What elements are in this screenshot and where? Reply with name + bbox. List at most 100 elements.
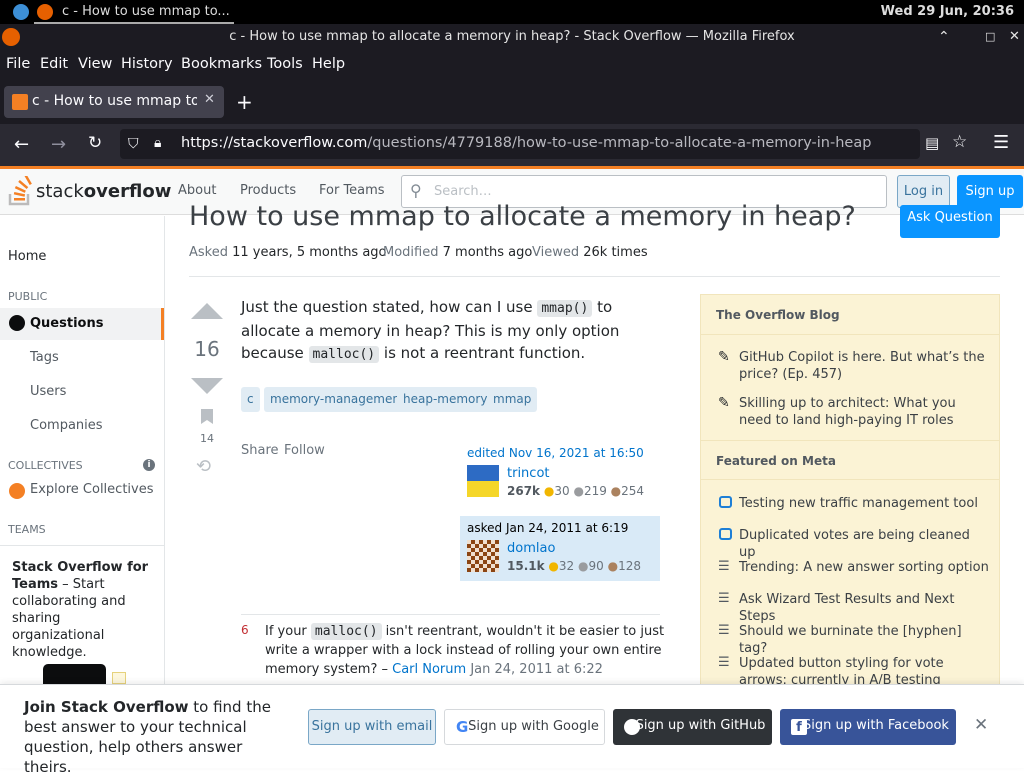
edited-link[interactable]: edited Nov 16, 2021 at 16:50 bbox=[467, 446, 644, 460]
blog-item-1[interactable]: GitHub Copilot is here. But what’s the p… bbox=[739, 349, 989, 383]
system-top-bar: c - How to use mmap to... Wed 29 Jun, 20… bbox=[0, 0, 1024, 24]
editor-avatar[interactable] bbox=[467, 465, 499, 497]
meta-item-1[interactable]: Testing new traffic management tool bbox=[739, 495, 989, 512]
menu-tools[interactable]: Tools bbox=[267, 56, 303, 72]
comment-code: malloc() bbox=[310, 623, 382, 640]
collectives-icon bbox=[9, 483, 25, 499]
editor-name[interactable]: trincot bbox=[507, 466, 550, 481]
close-window-icon[interactable]: ✕ bbox=[1009, 24, 1020, 50]
nav-tags[interactable]: Tags bbox=[30, 350, 59, 365]
asked-timestamp: asked Jan 24, 2011 at 6:19 bbox=[467, 521, 629, 535]
taskbar-window-title[interactable]: c - How to use mmap to... bbox=[62, 4, 230, 19]
share-link[interactable]: Share bbox=[241, 443, 279, 458]
firefox-icon[interactable] bbox=[37, 4, 53, 20]
downvote-icon[interactable] bbox=[190, 377, 224, 395]
so-logo-stack: stack bbox=[36, 181, 84, 202]
asker-rep: 15.1k bbox=[507, 559, 545, 573]
info-icon[interactable]: i bbox=[143, 459, 155, 471]
nav-explore-collectives[interactable]: Explore Collectives bbox=[30, 482, 154, 497]
history-icon[interactable]: ⟲ bbox=[196, 456, 211, 477]
comment-divider bbox=[241, 614, 660, 615]
maximize-icon[interactable]: □ bbox=[985, 24, 995, 50]
ask-question-button[interactable]: Ask Question bbox=[900, 205, 1000, 238]
signup-github-button[interactable]: Sign up with GitHub bbox=[613, 709, 772, 745]
favicon-icon bbox=[12, 94, 28, 110]
menu-help[interactable]: Help bbox=[312, 56, 345, 72]
asker-name[interactable]: domlao bbox=[507, 541, 555, 556]
close-tab-icon[interactable]: ✕ bbox=[204, 92, 215, 107]
login-button[interactable]: Log in bbox=[897, 175, 950, 208]
question-text-1: Just the question stated, how can I use bbox=[241, 298, 538, 316]
comment-author[interactable]: Carl Norum bbox=[392, 662, 466, 677]
reload-icon[interactable]: ↻ bbox=[88, 133, 102, 153]
bookmark-icon[interactable] bbox=[200, 408, 214, 425]
signup-email-button[interactable]: Sign up with email bbox=[308, 709, 436, 745]
tracking-shield-icon[interactable]: ⛉ bbox=[128, 136, 139, 152]
nav-users[interactable]: Users bbox=[30, 384, 66, 399]
tab-title: c - How to use mmap to a bbox=[32, 93, 197, 109]
search-placeholder: Search… bbox=[434, 184, 492, 199]
nav-products[interactable]: Products bbox=[240, 183, 296, 198]
question-title[interactable]: How to use mmap to allocate a memory in … bbox=[189, 201, 856, 232]
meta-item-4[interactable]: Ask Wizard Test Results and Next Steps bbox=[739, 591, 989, 625]
nav-home[interactable]: Home bbox=[8, 249, 46, 264]
signup-button[interactable]: Sign up bbox=[957, 175, 1023, 208]
comment: If your malloc() isn't reentrant, wouldn… bbox=[265, 622, 665, 679]
nav-companies[interactable]: Companies bbox=[30, 418, 103, 433]
bookmark-star-icon[interactable]: ☆ bbox=[952, 132, 967, 152]
menu-bookmarks[interactable]: Bookmarks bbox=[181, 56, 262, 72]
forward-icon[interactable]: → bbox=[51, 134, 66, 155]
signup-github-label: Sign up with GitHub bbox=[635, 718, 766, 733]
menu-file[interactable]: File bbox=[6, 56, 30, 72]
editor-bronze: 254 bbox=[621, 484, 645, 498]
meta-item-5[interactable]: Should we burninate the [hyphen] tag? bbox=[739, 623, 989, 657]
code-mmap: mmap() bbox=[537, 300, 593, 317]
menu-history[interactable]: History bbox=[121, 56, 173, 72]
minimize-icon[interactable]: ⌃ bbox=[938, 24, 950, 50]
app-launcher-icon[interactable] bbox=[13, 4, 29, 20]
comment-date[interactable]: Jan 24, 2011 at 6:22 bbox=[466, 662, 603, 677]
nav-about[interactable]: About bbox=[178, 183, 216, 198]
bronze-badge-icon: ● bbox=[610, 484, 622, 498]
firefox-logo-icon bbox=[2, 28, 20, 46]
pencil-icon: ✎ bbox=[718, 349, 730, 365]
asker-avatar[interactable] bbox=[467, 540, 499, 572]
nav-questions[interactable]: Questions bbox=[30, 316, 103, 331]
signup-google-button[interactable]: G Sign up with Google bbox=[444, 709, 605, 745]
nav-teams-heading: TEAMS bbox=[8, 523, 46, 536]
editor-gold: 30 bbox=[554, 484, 570, 498]
editor-rep: 267k bbox=[507, 484, 541, 498]
reader-view-icon[interactable]: ▤ bbox=[925, 134, 939, 152]
meta-item-2[interactable]: Duplicated votes are being cleaned up bbox=[739, 527, 989, 561]
menu-edit[interactable]: Edit bbox=[40, 56, 68, 72]
follow-link[interactable]: Follow bbox=[284, 443, 325, 458]
viewed-label: Viewed bbox=[532, 245, 580, 260]
teams-illustration-note bbox=[112, 672, 126, 684]
menu-view[interactable]: View bbox=[78, 56, 112, 72]
nav-public-heading: PUBLIC bbox=[8, 290, 48, 303]
facebook-icon: f bbox=[791, 719, 807, 735]
tag-heap-memory[interactable]: heap-memory bbox=[397, 387, 494, 412]
asked-label: Asked bbox=[189, 245, 228, 260]
system-clock: Wed 29 Jun, 20:36 bbox=[880, 4, 1014, 19]
upvote-icon[interactable] bbox=[190, 302, 224, 320]
blog-item-2[interactable]: Skilling up to architect: What you need … bbox=[739, 395, 989, 429]
gold-badge-icon: ● bbox=[548, 559, 559, 573]
lock-icon[interactable]: 🔒︎ bbox=[154, 135, 161, 151]
nav-for-teams[interactable]: For Teams bbox=[319, 183, 385, 198]
close-banner-icon[interactable]: ✕ bbox=[974, 715, 988, 735]
app-menu-icon[interactable]: ☰ bbox=[993, 132, 1009, 153]
meta-item-3[interactable]: Trending: A new answer sorting option bbox=[739, 559, 989, 576]
tag-memory-management[interactable]: memory-management bbox=[264, 387, 411, 412]
url-text[interactable]: https://stackoverflow.com/questions/4779… bbox=[181, 135, 871, 151]
tag-mmap[interactable]: mmap bbox=[487, 387, 538, 412]
comment-score: 6 bbox=[241, 623, 249, 637]
browser-tab[interactable]: c - How to use mmap to a ✕ bbox=[4, 86, 224, 118]
new-tab-icon[interactable]: + bbox=[236, 90, 253, 114]
tag-c[interactable]: c bbox=[241, 387, 260, 412]
stack-icon: ☰ bbox=[718, 623, 730, 638]
so-logo[interactable]: stackoverflow bbox=[8, 175, 171, 207]
signup-facebook-button[interactable]: f Sign up with Facebook bbox=[780, 709, 956, 745]
back-icon[interactable]: ← bbox=[14, 134, 29, 155]
modified-value[interactable]: 7 months ago bbox=[443, 245, 533, 260]
